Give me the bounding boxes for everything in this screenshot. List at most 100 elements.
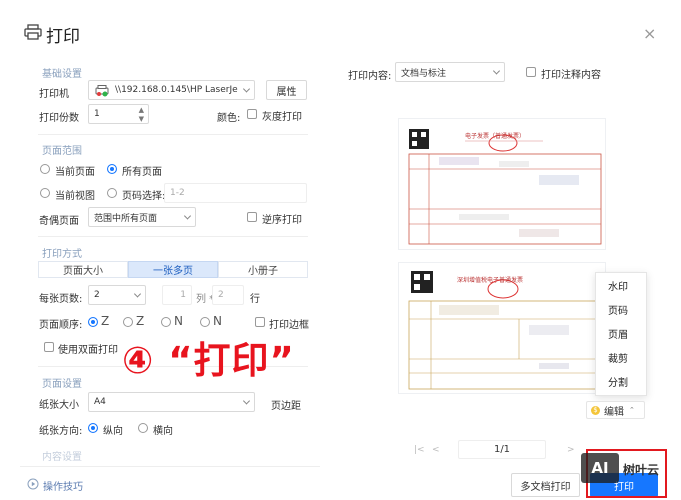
order-glyph-4: N	[213, 314, 222, 328]
grayscale-label: 灰度打印	[262, 112, 302, 123]
rows-label: 行	[250, 294, 260, 305]
edit-menu: 水印 页码 页眉 裁剪 分割	[595, 272, 647, 396]
printer-value: \\192.168.0.145\HP LaserJe	[115, 85, 238, 95]
border-checkbox[interactable]	[255, 317, 265, 327]
orientation-label: 纸张方向:	[39, 426, 83, 437]
divider	[38, 134, 308, 135]
section-mode: 打印方式	[42, 249, 82, 260]
printer-icon	[24, 24, 42, 40]
order-glyph-3: N	[174, 314, 183, 328]
ai-logo: AI	[581, 453, 619, 483]
close-icon[interactable]: ×	[643, 24, 656, 43]
portrait-radio[interactable]	[88, 423, 98, 433]
odd-even-value: 范围中所有页面	[94, 213, 158, 224]
current-page-label: 当前页面	[55, 167, 95, 178]
all-pages-radio[interactable]	[107, 164, 117, 174]
step-annotation: ④ “打印”	[122, 339, 295, 382]
page-select-label: 页码选择:	[122, 191, 166, 202]
page-select-input[interactable]: 1-2	[164, 183, 307, 203]
chevron-down-icon	[242, 85, 251, 93]
menu-item-crop[interactable]: 裁剪	[596, 345, 646, 369]
section-page-setup: 页面设置	[42, 379, 82, 390]
paper-size-value: A4	[94, 397, 106, 407]
menu-item-page-number[interactable]: 页码	[596, 297, 646, 321]
chevron-down-icon	[492, 67, 501, 75]
brand-watermark: 树叶云	[623, 463, 660, 477]
section-basic: 基础设置	[42, 69, 82, 80]
odd-even-label: 奇偶页面	[39, 216, 79, 227]
order-label: 页面顺序:	[39, 320, 83, 331]
divider	[20, 466, 320, 467]
preview-page-1: 电子发票（普通发票）	[398, 118, 606, 250]
copies-stepper[interactable]: 1 ▲ ▼	[88, 104, 149, 124]
chevron-up-icon: ⌃	[629, 406, 635, 414]
page-select-radio[interactable]	[107, 188, 117, 198]
print-mode-tabs: 页面大小 一张多页 小册子	[38, 261, 308, 278]
section-content-settings: 内容设置	[42, 452, 82, 463]
content-select[interactable]: 文档与标注	[395, 62, 505, 82]
printer-status-icon	[95, 85, 109, 97]
border-label: 打印边框	[269, 320, 309, 331]
order-glyph-2: Z	[136, 314, 145, 328]
tab-page-size[interactable]: 页面大小	[38, 261, 128, 278]
content-value: 文档与标注	[401, 68, 447, 79]
order-radio-3[interactable]	[161, 317, 171, 327]
color-label: 颜色:	[217, 113, 241, 124]
properties-button[interactable]: 属性	[266, 80, 307, 100]
annotation-checkbox[interactable]	[526, 67, 536, 77]
doc2-title: 深圳增值税电子普通发票	[457, 277, 524, 284]
copies-value: 1	[94, 109, 100, 119]
order-radio-1[interactable]	[88, 317, 98, 327]
order-radio-4[interactable]	[200, 317, 210, 327]
paper-size-select[interactable]: A4	[88, 392, 255, 412]
current-view-label: 当前视图	[55, 191, 95, 202]
all-pages-label: 所有页面	[122, 167, 162, 178]
tab-multi-page[interactable]: 一张多页	[128, 261, 218, 278]
edit-button[interactable]: $ 编辑 ⌃	[586, 401, 645, 419]
first-page-icon[interactable]: |<	[414, 445, 425, 455]
stepper-down-icon[interactable]: ▼	[139, 115, 144, 123]
annotation-label: 打印注释内容	[541, 70, 601, 81]
landscape-radio[interactable]	[138, 423, 148, 433]
multi-doc-print-button[interactable]: 多文档打印	[511, 473, 580, 497]
chevron-down-icon	[183, 212, 192, 220]
reverse-label: 逆序打印	[262, 215, 302, 226]
current-view-radio[interactable]	[40, 188, 50, 198]
per-sheet-value: 2	[94, 290, 100, 300]
margins-button[interactable]: 页边距	[271, 397, 301, 412]
rows-input[interactable]: 2	[212, 285, 244, 305]
tips-link[interactable]: 操作技巧	[43, 478, 83, 493]
landscape-label: 横向	[153, 426, 173, 437]
order-radio-2[interactable]	[123, 317, 133, 327]
paper-size-label: 纸张大小	[39, 400, 79, 411]
divider	[38, 236, 308, 237]
per-sheet-label: 每张页数:	[39, 294, 83, 305]
duplex-label: 使用双面打印	[58, 345, 118, 356]
current-page-radio[interactable]	[40, 164, 50, 174]
copies-label: 打印份数	[39, 113, 79, 124]
cols-input[interactable]: 1	[162, 285, 192, 305]
order-glyph-1: Z	[101, 314, 110, 328]
reverse-checkbox[interactable]	[247, 212, 257, 222]
edit-label: 编辑	[604, 406, 624, 418]
menu-item-split[interactable]: 分割	[596, 369, 646, 393]
dialog-title: 打印	[46, 27, 80, 47]
menu-item-header[interactable]: 页眉	[596, 321, 646, 345]
page-indicator[interactable]: 1/1	[458, 440, 546, 459]
preview-page-2: 深圳增值税电子普通发票	[398, 262, 606, 394]
coin-badge-icon: $	[591, 405, 600, 415]
doc1-title: 电子发票（普通发票）	[465, 133, 526, 140]
per-sheet-select[interactable]: 2	[88, 285, 146, 305]
grayscale-checkbox[interactable]	[247, 109, 257, 119]
tab-booklet[interactable]: 小册子	[218, 261, 308, 278]
chevron-down-icon	[133, 290, 142, 298]
menu-item-watermark[interactable]: 水印	[596, 273, 646, 297]
duplex-checkbox[interactable]	[44, 342, 54, 352]
prev-page-icon[interactable]: <	[432, 445, 440, 455]
section-range: 页面范围	[42, 146, 82, 157]
play-circle-icon	[27, 478, 39, 490]
stepper-up-icon[interactable]: ▲	[139, 106, 144, 114]
printer-select[interactable]: \\192.168.0.145\HP LaserJe	[88, 80, 255, 100]
odd-even-select[interactable]: 范围中所有页面	[88, 207, 196, 227]
next-page-icon[interactable]: >	[567, 445, 575, 455]
